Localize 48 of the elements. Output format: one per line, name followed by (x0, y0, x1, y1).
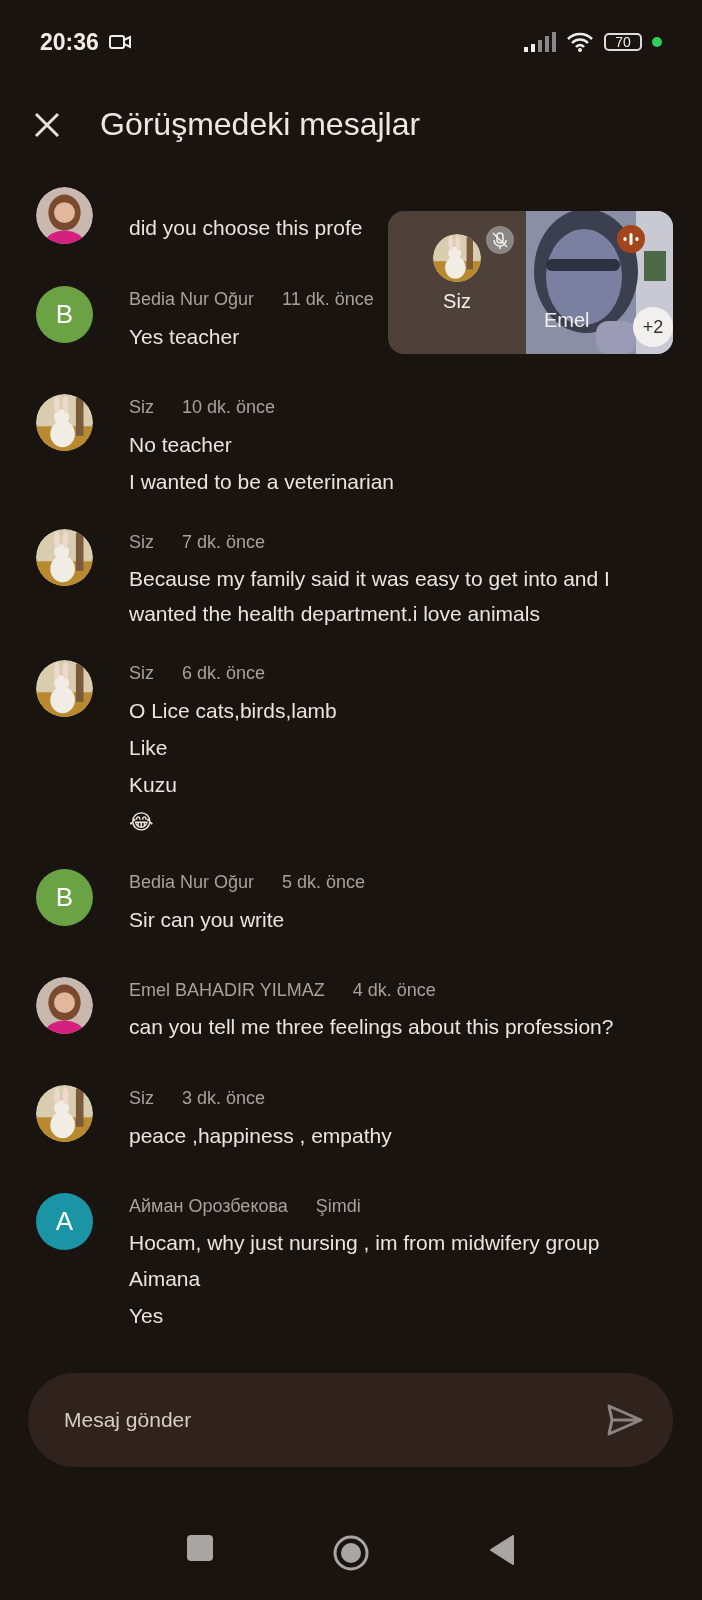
message-text: I wanted to be a veterinarian (129, 469, 394, 495)
sender-name: Siz (129, 531, 154, 554)
message-text: Yes (129, 1303, 164, 1329)
sender-name: Siz (129, 396, 154, 419)
message-text: Aimana (129, 1266, 201, 1292)
screen-title: Görüşmedeki mesajlar (100, 106, 421, 143)
wifi-icon (566, 31, 594, 53)
sender-name: Bedia Nur Oğur (129, 288, 255, 311)
message-time: 11 dk. önce (282, 288, 374, 311)
message-text: No teacher (129, 432, 232, 458)
camera-indicator-icon (652, 37, 662, 47)
message-text: O Lice cats,birds,lamb (129, 698, 337, 724)
avatar: B (36, 286, 93, 343)
sender-name: Айман Орозбекова (129, 1195, 288, 1218)
back-icon[interactable] (489, 1535, 515, 1565)
send-icon[interactable] (607, 1404, 643, 1436)
message-time: 10 dk. önce (182, 396, 276, 419)
message-text: Kuzu (129, 772, 177, 798)
message-text: Because my family said it was easy to get into and I wanted the health department.i love animals (129, 566, 611, 627)
self-tile[interactable]: Siz (388, 211, 526, 354)
message-text: 😂 (129, 809, 154, 835)
sender-name: Siz (129, 662, 154, 685)
message-time: 7 dk. önce (182, 531, 266, 554)
message-text: can you tell me three feelings about this profession? (129, 1014, 614, 1040)
sender-name: Bedia Nur Oğur (129, 871, 255, 894)
avatar: B (36, 869, 93, 926)
message-time: 6 dk. önce (182, 662, 266, 685)
message-text: did you choose this profe (129, 215, 363, 241)
home-icon[interactable] (333, 1535, 369, 1571)
message-field[interactable]: Mesaj gönder (62, 1407, 607, 1433)
clock: 20:36 (40, 28, 99, 56)
message-time: 4 dk. önce (352, 979, 436, 1002)
message-time: 3 dk. önce (182, 1087, 266, 1110)
signal-icon (524, 32, 556, 52)
avatar: A (36, 1193, 93, 1250)
battery-icon: 70 (604, 33, 642, 51)
message-text: Yes teacher (129, 324, 240, 350)
message-text: Like (129, 735, 168, 761)
sender-name: Siz (129, 1087, 154, 1110)
message-text: peace ,happiness , empathy (129, 1123, 392, 1149)
message-text: Hocam, why just nursing , im from midwifery group (129, 1230, 600, 1256)
close-icon[interactable] (34, 111, 60, 138)
message-time: 5 dk. önce (282, 871, 366, 894)
participant-name: Siz (443, 290, 471, 313)
sender-name: Emel BAHADIR YILMAZ (129, 979, 325, 1002)
message-text: Sir can you write (129, 907, 285, 933)
video-camera-icon (108, 34, 131, 50)
message-time: Şimdi (315, 1195, 361, 1218)
